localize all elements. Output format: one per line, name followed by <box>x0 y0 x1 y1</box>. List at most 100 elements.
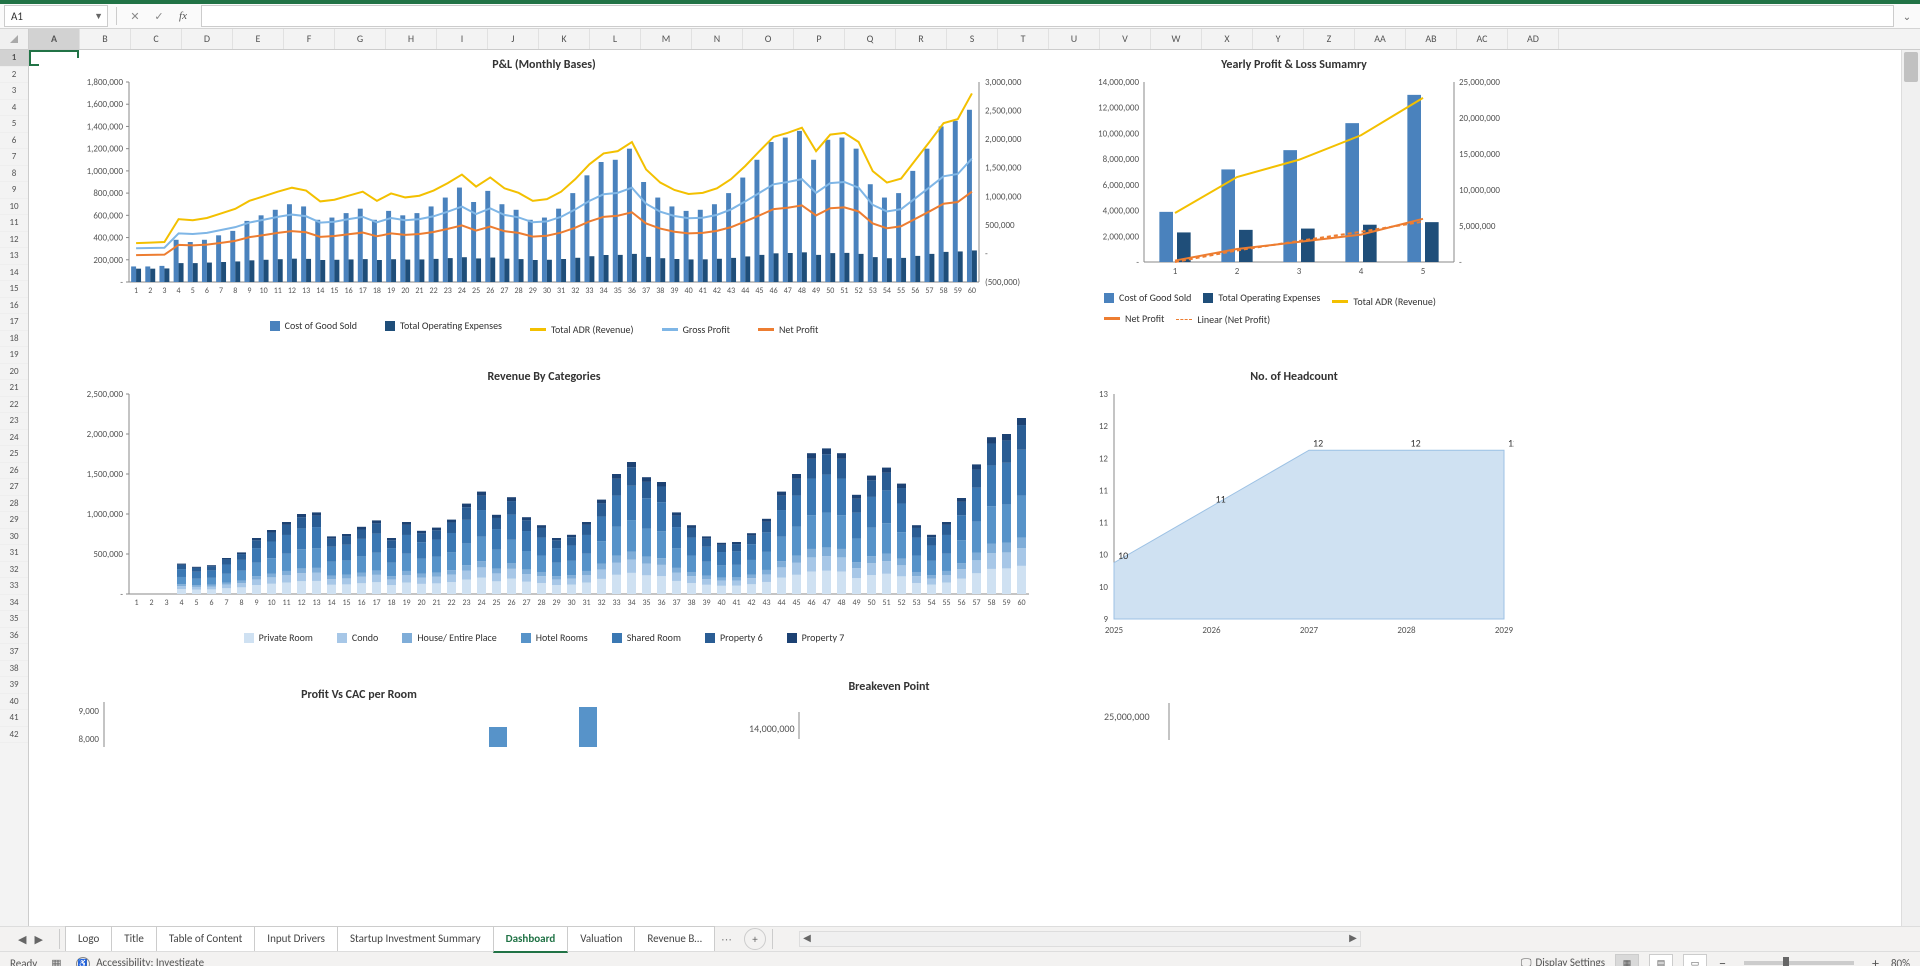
row-header[interactable]: 20 <box>0 364 28 381</box>
column-header[interactable]: T <box>998 29 1049 49</box>
row-header[interactable]: 18 <box>0 331 28 348</box>
select-all-corner[interactable] <box>0 29 29 49</box>
row-header[interactable]: 7 <box>0 149 28 166</box>
column-header[interactable]: P <box>794 29 845 49</box>
sheet-tab[interactable]: Logo <box>65 926 112 951</box>
row-header[interactable]: 14 <box>0 265 28 282</box>
scroll-left-icon[interactable]: ◀ <box>800 932 814 944</box>
column-header[interactable]: M <box>641 29 692 49</box>
cancel-icon[interactable]: ✕ <box>125 6 145 26</box>
vertical-scrollbar[interactable] <box>1901 50 1920 926</box>
sheet-tab[interactable]: Input Drivers <box>254 926 338 951</box>
row-header[interactable]: 41 <box>0 710 28 727</box>
row-header[interactable]: 42 <box>0 727 28 744</box>
formula-input[interactable] <box>201 5 1894 27</box>
row-header[interactable]: 17 <box>0 314 28 331</box>
row-header[interactable]: 26 <box>0 463 28 480</box>
column-header[interactable]: D <box>182 29 233 49</box>
chart-pl-monthly[interactable]: P&L (Monthly Bases) -200,000400,000600,0… <box>39 58 1049 358</box>
add-sheet-button[interactable]: + <box>744 928 766 950</box>
row-header[interactable]: 16 <box>0 298 28 315</box>
chart-extra[interactable]: 25,000,000 <box>1074 695 1514 745</box>
column-header[interactable]: O <box>743 29 794 49</box>
row-header[interactable]: 32 <box>0 562 28 579</box>
column-header[interactable]: V <box>1100 29 1151 49</box>
column-header[interactable]: L <box>590 29 641 49</box>
column-header[interactable]: F <box>284 29 335 49</box>
column-header[interactable]: I <box>437 29 488 49</box>
column-header[interactable]: AA <box>1355 29 1406 49</box>
chart-profit-vs-cac[interactable]: Profit Vs CAC per Room 9,0008,000 <box>39 680 679 750</box>
row-header[interactable]: 12 <box>0 232 28 249</box>
row-header[interactable]: 34 <box>0 595 28 612</box>
sheet-tab[interactable]: Startup Investment Summary <box>337 926 494 951</box>
page-layout-view-button[interactable]: ▤ <box>1649 954 1673 966</box>
column-header[interactable]: E <box>233 29 284 49</box>
row-header[interactable]: 4 <box>0 100 28 117</box>
tab-next-icon[interactable]: ▶ <box>34 933 42 946</box>
row-header[interactable]: 9 <box>0 182 28 199</box>
scroll-right-icon[interactable]: ▶ <box>1346 932 1360 944</box>
row-header[interactable]: 38 <box>0 661 28 678</box>
row-header[interactable]: 39 <box>0 677 28 694</box>
tab-nav-arrows[interactable]: ◀ ▶ <box>8 933 53 946</box>
column-header[interactable]: U <box>1049 29 1100 49</box>
row-header[interactable]: 8 <box>0 166 28 183</box>
row-header[interactable]: 36 <box>0 628 28 645</box>
row-header[interactable]: 1 <box>0 50 28 67</box>
row-header[interactable]: 31 <box>0 545 28 562</box>
enter-icon[interactable]: ✓ <box>149 6 169 26</box>
row-header[interactable]: 3 <box>0 83 28 100</box>
column-header[interactable]: C <box>131 29 182 49</box>
chart-revenue-categories[interactable]: Revenue By Categories -500,0001,000,0001… <box>39 370 1049 670</box>
row-header[interactable]: 33 <box>0 578 28 595</box>
column-header[interactable]: B <box>80 29 131 49</box>
row-header[interactable]: 23 <box>0 413 28 430</box>
row-header[interactable]: 10 <box>0 199 28 216</box>
row-header[interactable]: 25 <box>0 446 28 463</box>
accessibility-status[interactable]: ♿ Accessibility: Investigate <box>76 956 204 966</box>
name-box[interactable]: A1 ▼ <box>4 5 108 27</box>
row-header[interactable]: 35 <box>0 611 28 628</box>
expand-formula-icon[interactable]: ⌄ <box>1898 10 1916 23</box>
row-header[interactable]: 22 <box>0 397 28 414</box>
zoom-thumb[interactable] <box>1783 957 1789 966</box>
column-header[interactable]: AD <box>1508 29 1559 49</box>
column-header[interactable]: Q <box>845 29 896 49</box>
zoom-out-button[interactable]: − <box>1717 955 1728 966</box>
chevron-down-icon[interactable]: ▼ <box>94 11 103 22</box>
horizontal-scrollbar[interactable]: ◀ ▶ <box>799 931 1361 947</box>
column-header[interactable]: AC <box>1457 29 1508 49</box>
column-header[interactable]: J <box>488 29 539 49</box>
row-header[interactable]: 30 <box>0 529 28 546</box>
column-header[interactable]: AB <box>1406 29 1457 49</box>
more-tabs-icon[interactable]: ⋯ <box>715 933 738 946</box>
worksheet[interactable]: P&L (Monthly Bases) -200,000400,000600,0… <box>29 50 1901 926</box>
macro-icon[interactable]: ▦ <box>51 957 61 966</box>
column-header[interactable]: S <box>947 29 998 49</box>
chart-pl-yearly[interactable]: Yearly Profit & Loss Sumamry -2,000,0004… <box>1074 58 1514 358</box>
column-header[interactable]: Z <box>1304 29 1355 49</box>
row-header[interactable]: 2 <box>0 67 28 84</box>
sheet-tab[interactable]: Table of Content <box>156 926 255 951</box>
column-header[interactable]: K <box>539 29 590 49</box>
chart-breakeven[interactable]: Breakeven Point 14,000,000 <box>689 680 1089 750</box>
sheet-tab[interactable]: Valuation <box>567 926 635 951</box>
row-header[interactable]: 19 <box>0 347 28 364</box>
column-header[interactable]: G <box>335 29 386 49</box>
fx-icon[interactable]: fx <box>173 6 193 26</box>
normal-view-button[interactable]: ▦ <box>1615 954 1639 966</box>
page-break-view-button[interactable]: ▭ <box>1683 954 1707 966</box>
row-header[interactable]: 28 <box>0 496 28 513</box>
row-header[interactable]: 27 <box>0 479 28 496</box>
row-header[interactable]: 21 <box>0 380 28 397</box>
row-header[interactable]: 37 <box>0 644 28 661</box>
column-header[interactable]: R <box>896 29 947 49</box>
zoom-in-button[interactable]: + <box>1870 955 1881 966</box>
tab-prev-icon[interactable]: ◀ <box>18 933 26 946</box>
column-header[interactable]: A <box>29 29 80 49</box>
row-header[interactable]: 13 <box>0 248 28 265</box>
chart-headcount[interactable]: No. of Headcount 91010111112121320252026… <box>1074 370 1514 660</box>
sheet-tab[interactable]: Dashboard <box>493 926 569 953</box>
row-header[interactable]: 40 <box>0 694 28 711</box>
